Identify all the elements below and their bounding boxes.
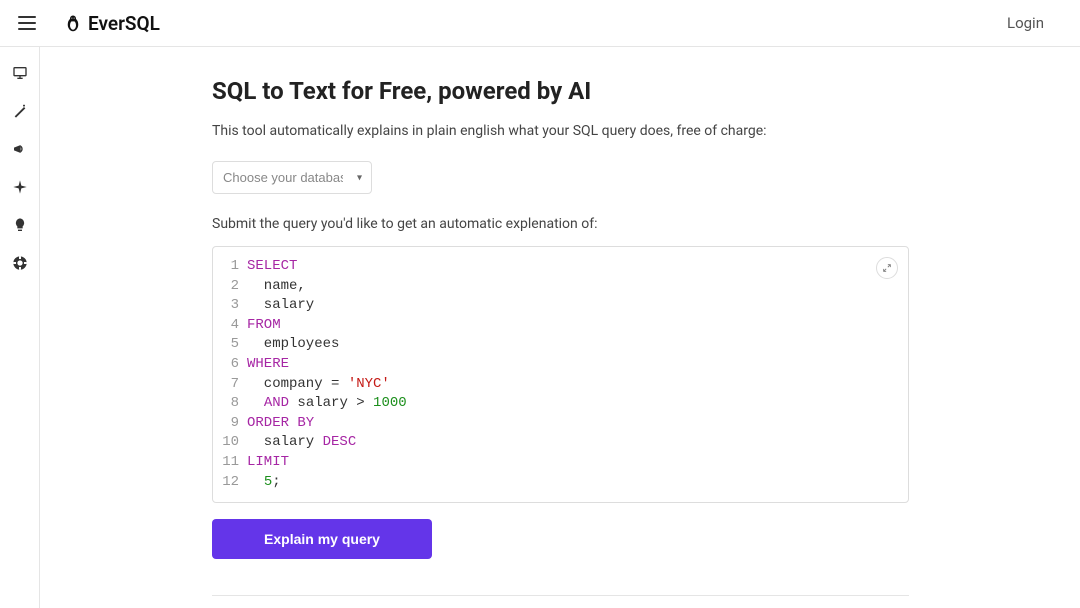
code-line: 2 name, (219, 277, 894, 297)
code-text: salary DESC (247, 433, 356, 453)
line-number: 6 (219, 355, 247, 375)
code-text: 5; (247, 473, 281, 493)
database-type-select-wrap: Choose your database type (212, 161, 372, 194)
code-line: 12 5; (219, 473, 894, 493)
code-line: 9ORDER BY (219, 414, 894, 434)
line-number: 12 (219, 473, 247, 493)
code-line: 1SELECT (219, 257, 894, 277)
hamburger-menu-button[interactable] (18, 16, 36, 30)
code-line: 10 salary DESC (219, 433, 894, 453)
line-number: 7 (219, 375, 247, 395)
sidebar-item-megaphone[interactable] (10, 139, 30, 159)
sidebar-item-bulb[interactable] (10, 215, 30, 235)
code-text: FROM (247, 316, 281, 336)
line-number: 2 (219, 277, 247, 297)
code-text: WHERE (247, 355, 289, 375)
code-line: 4FROM (219, 316, 894, 336)
page-title: SQL to Text for Free, powered by AI (212, 77, 912, 105)
sidebar-item-monitor[interactable] (10, 63, 30, 83)
code-text: SELECT (247, 257, 297, 277)
sql-editor[interactable]: 1SELECT2 name,3 salary4FROM5 employees6W… (212, 246, 909, 503)
query-prompt-label: Submit the query you'd like to get an au… (212, 216, 912, 232)
code-text: company = 'NYC' (247, 375, 390, 395)
code-line: 8 AND salary > 1000 (219, 394, 894, 414)
line-number: 9 (219, 414, 247, 434)
line-number: 10 (219, 433, 247, 453)
code-text: name, (247, 277, 306, 297)
sidebar-item-help[interactable] (10, 253, 30, 273)
sidebar-item-sparkle[interactable] (10, 177, 30, 197)
topbar: EverSQL Login (0, 0, 1080, 47)
line-number: 4 (219, 316, 247, 336)
fullscreen-button[interactable] (876, 257, 898, 279)
divider (212, 595, 909, 596)
line-number: 3 (219, 296, 247, 316)
code-line: 5 employees (219, 335, 894, 355)
code-line: 3 salary (219, 296, 894, 316)
line-number: 8 (219, 394, 247, 414)
code-text: ORDER BY (247, 414, 314, 434)
explain-query-button[interactable]: Explain my query (212, 519, 432, 559)
line-number: 11 (219, 453, 247, 473)
code-line: 6WHERE (219, 355, 894, 375)
sidebar-item-wand[interactable] (10, 101, 30, 121)
database-type-select[interactable]: Choose your database type (212, 161, 372, 194)
main-content: SQL to Text for Free, powered by AI This… (40, 47, 1080, 608)
code-text: LIMIT (247, 453, 289, 473)
penguin-icon (64, 13, 82, 33)
brand-logo[interactable]: EverSQL (64, 12, 160, 35)
page-subtitle: This tool automatically explains in plai… (212, 123, 912, 139)
brand-name: EverSQL (88, 12, 160, 35)
line-number: 5 (219, 335, 247, 355)
login-link[interactable]: Login (1007, 14, 1062, 32)
code-line: 11LIMIT (219, 453, 894, 473)
code-line: 7 company = 'NYC' (219, 375, 894, 395)
code-text: employees (247, 335, 339, 355)
code-text: salary (247, 296, 314, 316)
code-text: AND salary > 1000 (247, 394, 407, 414)
line-number: 1 (219, 257, 247, 277)
sidebar (0, 47, 40, 608)
